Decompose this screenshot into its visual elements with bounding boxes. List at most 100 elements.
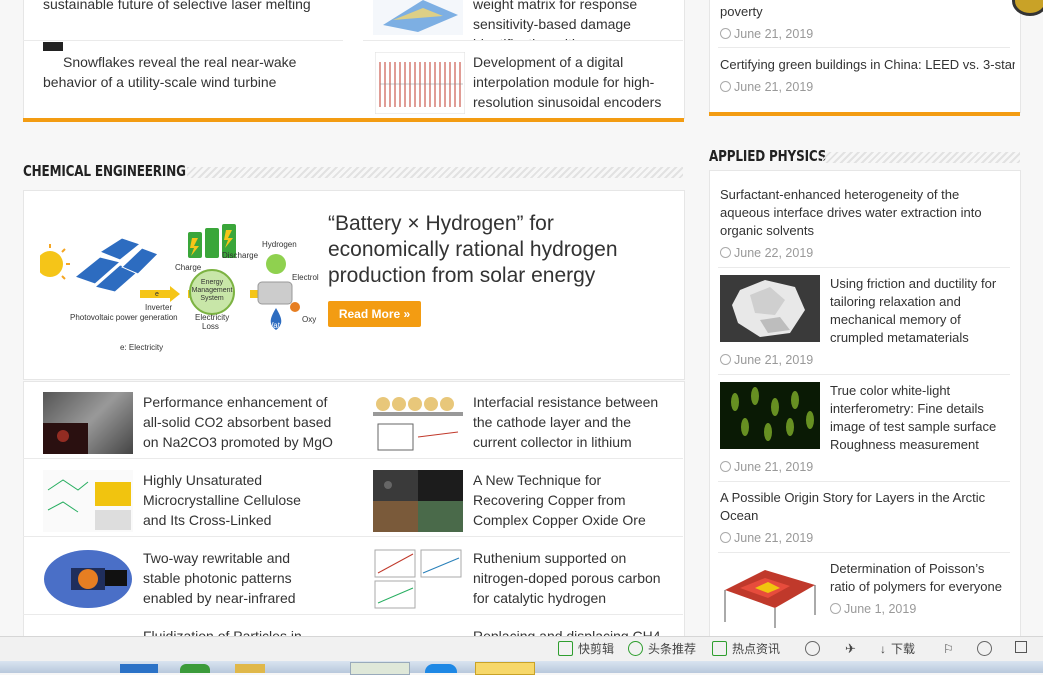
sidebar-post-date: June 1, 2019 xyxy=(830,601,916,617)
sidebar-divider xyxy=(718,267,1010,268)
read-more-button[interactable]: Read More » xyxy=(328,301,421,327)
diagram-label-oxy: Oxy xyxy=(302,315,316,324)
post-thumb-co2[interactable] xyxy=(43,392,133,454)
post-title[interactable]: Fluidization of Particles in xyxy=(143,626,323,636)
diagram-label-electricity-legend: e: Electricity xyxy=(120,343,163,352)
post-title[interactable]: Two-way rewritable and stable photonic p… xyxy=(143,548,323,608)
sidebar-post-date: June 21, 2019 xyxy=(720,26,813,42)
top-thumb-chart[interactable] xyxy=(373,0,463,35)
featured-post-image[interactable]: Photovoltaic power generation e Inverter… xyxy=(37,212,320,362)
diagram-label-water: Water xyxy=(266,321,287,330)
toolbar-item-pin[interactable]: ✈ xyxy=(845,641,856,657)
sidebar-divider xyxy=(718,552,1010,553)
clock-icon xyxy=(720,354,731,365)
top-news-bottom-border xyxy=(23,118,684,122)
diagram-label-inverter: Inverter xyxy=(145,303,172,312)
sidebar-divider xyxy=(718,47,1010,48)
taskbar-button[interactable] xyxy=(425,664,457,673)
ie-icon xyxy=(977,641,992,656)
post-title[interactable]: Replacing and displacing CH4 xyxy=(473,626,663,636)
toolbar-item-refresh[interactable] xyxy=(805,641,825,657)
toolbar-item-window[interactable] xyxy=(1015,641,1027,657)
top-post-title-2[interactable]: Snowflakes reveal the real near-wake beh… xyxy=(43,52,333,92)
post-thumb-photonic[interactable] xyxy=(43,548,133,610)
clock-icon xyxy=(830,603,841,614)
post-thumb-poisson[interactable] xyxy=(720,560,820,630)
sidebar-post-date: June 21, 2019 xyxy=(720,530,813,546)
post-thumb-crumpled[interactable] xyxy=(720,275,820,342)
refresh-icon xyxy=(805,641,820,656)
diagram-label-pv: Photovoltaic power generation xyxy=(70,313,178,322)
sidebar-post-title[interactable]: A Possible Origin Story for Layers in th… xyxy=(720,489,1000,525)
top-post-title-4[interactable]: Development of a digital interpolation m… xyxy=(473,52,663,112)
diagram-label-electrol: Electrol xyxy=(292,273,319,282)
play-icon xyxy=(628,641,643,656)
news-icon xyxy=(712,641,727,656)
os-taskbar xyxy=(0,661,1043,675)
top-row-divider xyxy=(363,40,683,41)
top-thumb-sinusoid[interactable] xyxy=(375,52,465,114)
toolbar-item-hot-news[interactable]: 热点资讯 xyxy=(712,641,780,657)
clock-icon xyxy=(720,247,731,258)
taskbar-button[interactable] xyxy=(120,664,158,673)
sidebar-top-bottom-border xyxy=(709,112,1020,116)
small-thumb-icon xyxy=(43,42,63,51)
top-post-title-3[interactable]: weight matrix for response sensitivity-b… xyxy=(473,0,663,40)
sidebar-post-title[interactable]: Surfactant-enhanced heterogeneity of the… xyxy=(720,186,1000,240)
section-heading-stripes xyxy=(187,167,683,178)
post-thumb-copper[interactable] xyxy=(373,470,463,532)
section-heading-chemical-engineering[interactable]: CHEMICAL ENGINEERING xyxy=(23,162,186,180)
sidebar-post-date: June 21, 2019 xyxy=(720,459,813,475)
post-thumb-interface[interactable] xyxy=(373,392,463,454)
pin-icon: ✈ xyxy=(845,641,856,656)
taskbar-button[interactable] xyxy=(350,662,410,675)
sidebar-post-date: June 22, 2019 xyxy=(720,245,813,261)
post-title[interactable]: Highly Unsaturated Microcrystalline Cell… xyxy=(143,470,323,530)
toolbar-item-flag[interactable]: ⚐ xyxy=(943,641,954,657)
download-icon: ↓ xyxy=(880,642,886,656)
grid-row-divider xyxy=(23,614,683,615)
diagram-label-charge: Charge xyxy=(175,263,202,272)
scissors-icon xyxy=(558,641,573,656)
post-thumb-interferometry[interactable] xyxy=(720,382,820,449)
sidebar-post-date: June 21, 2019 xyxy=(720,352,813,368)
top-post-title-1[interactable]: sustainable future of selective laser me… xyxy=(43,0,343,14)
toolbar-item-download[interactable]: ↓ 下载 xyxy=(880,641,915,657)
sidebar-post-date: June 21, 2019 xyxy=(720,79,813,95)
sidebar-divider xyxy=(718,374,1010,375)
sidebar-post-title[interactable]: True color white-light interferometry: F… xyxy=(830,382,1010,454)
taskbar-button[interactable] xyxy=(235,664,265,673)
grid-row-divider xyxy=(23,536,683,537)
post-title[interactable]: Performance enhancement of all-solid CO2… xyxy=(143,392,338,452)
clock-icon xyxy=(720,81,731,92)
browser-status-bar: 快剪辑 头条推荐 热点资讯 ✈ ↓ 下载 ⚐ xyxy=(0,636,1043,661)
sidebar-post-title[interactable]: Determination of Poisson’s ratio of poly… xyxy=(830,560,1010,596)
grid-row-divider xyxy=(23,458,683,459)
top-row-divider-left xyxy=(23,40,343,41)
toolbar-item-quick-edit[interactable]: 快剪辑 xyxy=(558,641,614,657)
sidebar-post-title[interactable]: Certifying green buildings in China: LEE… xyxy=(720,56,1015,74)
clock-icon xyxy=(720,28,731,39)
sidebar-post-title[interactable]: poverty xyxy=(720,3,1010,21)
sidebar-post-title[interactable]: Using friction and ductility for tailori… xyxy=(830,275,1010,347)
post-title[interactable]: Interfacial resistance between the catho… xyxy=(473,392,663,452)
toolbar-item-ie[interactable] xyxy=(977,641,997,657)
diagram-label-e1: e xyxy=(155,291,159,298)
taskbar-button[interactable] xyxy=(475,662,535,675)
flag-icon: ⚐ xyxy=(943,642,954,656)
featured-post-title[interactable]: “Battery × Hydrogen” for economically ra… xyxy=(328,211,658,289)
window-icon xyxy=(1015,641,1027,653)
diagram-label-hydrogen: Hydrogen xyxy=(262,240,297,249)
section-heading-applied-physics[interactable]: APPLIED PHYSICS xyxy=(709,147,826,165)
sidebar-divider xyxy=(718,481,1010,482)
section-heading-stripes xyxy=(822,152,1020,163)
clock-icon xyxy=(720,461,731,472)
diagram-label-discharge: Discharge xyxy=(222,251,259,260)
post-title[interactable]: Ruthenium supported on nitrogen-doped po… xyxy=(473,548,663,608)
toolbar-item-headline[interactable]: 头条推荐 xyxy=(628,641,696,657)
post-thumb-cellulose[interactable] xyxy=(43,470,133,532)
post-title[interactable]: A New Technique for Recovering Copper fr… xyxy=(473,470,663,530)
taskbar-button[interactable] xyxy=(180,664,210,673)
clock-icon xyxy=(720,532,731,543)
post-thumb-ruthenium[interactable] xyxy=(373,548,463,610)
